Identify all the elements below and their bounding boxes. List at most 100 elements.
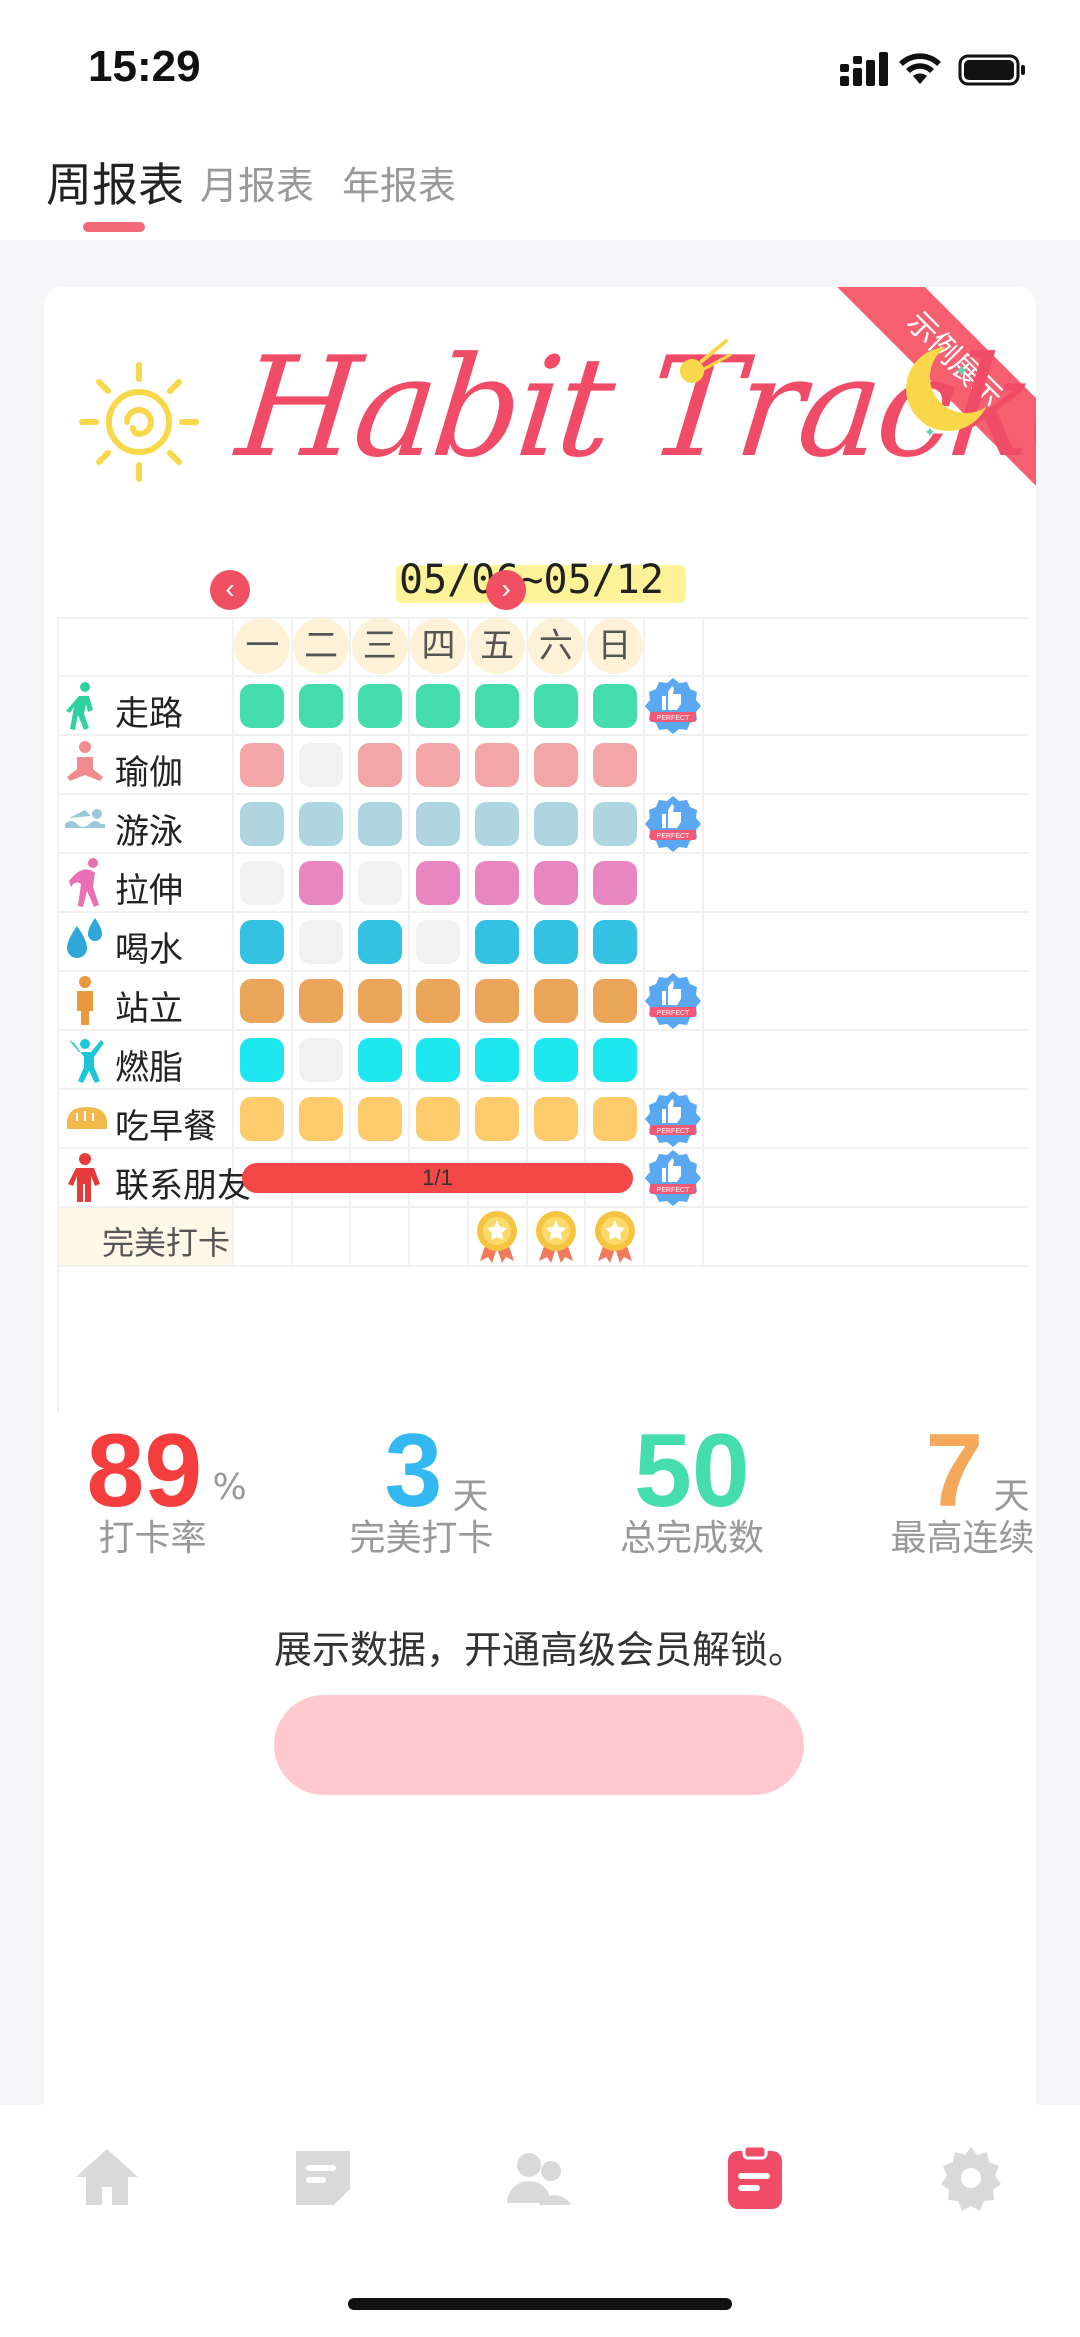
sun-icon [79, 362, 199, 482]
swimming-icon [63, 798, 107, 848]
habit-name: 喝水 [115, 930, 183, 970]
check-cell[interactable] [475, 801, 520, 846]
check-cell[interactable] [299, 742, 344, 787]
svg-text:✦: ✦ [954, 361, 969, 381]
check-cell[interactable] [416, 742, 461, 787]
medal-icon [472, 1207, 522, 1265]
check-cell[interactable] [240, 978, 285, 1023]
day-header: 五 [469, 618, 526, 674]
comet-icon [680, 339, 732, 383]
grid-line [57, 852, 1029, 854]
notes-icon[interactable] [288, 2143, 358, 2213]
check-cell[interactable] [416, 919, 461, 964]
tab-yearly[interactable]: 年报表 [342, 155, 456, 210]
home-icon[interactable] [72, 2143, 142, 2213]
next-week-button[interactable]: › [486, 570, 526, 610]
status-icons [840, 52, 1025, 86]
settings-icon[interactable] [936, 2143, 1006, 2213]
water-drop-icon [63, 916, 107, 966]
check-cell[interactable] [533, 1096, 578, 1141]
perfect-row-label: 完美打卡 [102, 1224, 231, 1262]
check-cell[interactable] [475, 1096, 520, 1141]
check-cell[interactable] [299, 919, 344, 964]
habit-name: 吃早餐 [115, 1107, 217, 1147]
svg-text:PERFECT: PERFECT [657, 1010, 690, 1017]
check-cell[interactable] [240, 1037, 285, 1082]
fat-burn-icon [63, 1034, 107, 1084]
check-cell[interactable] [240, 919, 285, 964]
check-cell[interactable] [592, 1037, 637, 1082]
unlock-button[interactable] [274, 1695, 804, 1795]
check-cell[interactable] [592, 683, 637, 728]
check-cell[interactable] [416, 1096, 461, 1141]
check-cell[interactable] [357, 1037, 402, 1082]
check-cell[interactable] [357, 683, 402, 728]
check-cell[interactable] [240, 860, 285, 905]
check-cell[interactable] [416, 860, 461, 905]
report-icon[interactable] [720, 2143, 790, 2213]
progress-bar: 1/1 [242, 1162, 633, 1193]
check-cell[interactable] [357, 1096, 402, 1141]
check-cell[interactable] [533, 919, 578, 964]
home-indicator [348, 2298, 732, 2310]
check-cell[interactable] [299, 683, 344, 728]
check-cell[interactable] [592, 742, 637, 787]
week-navigator: ‹ 05/06~05/12 › [44, 557, 1036, 617]
check-cell[interactable] [592, 1096, 637, 1141]
habit-name: 站立 [115, 989, 183, 1029]
check-cell[interactable] [299, 978, 344, 1023]
check-cell[interactable] [592, 860, 637, 905]
check-cell[interactable] [357, 978, 402, 1023]
stat-label: 打卡率 [98, 1518, 207, 1559]
check-cell[interactable] [357, 919, 402, 964]
status-bar: 15:29 [0, 0, 1080, 135]
grid-line [57, 675, 1029, 677]
day-header: 日 [586, 618, 643, 674]
check-cell[interactable] [240, 801, 285, 846]
grid-line [57, 911, 1029, 913]
check-cell[interactable] [592, 978, 637, 1023]
check-cell[interactable] [299, 801, 344, 846]
perfect-badge: PERFECT [644, 794, 702, 852]
check-cell[interactable] [475, 919, 520, 964]
check-cell[interactable] [592, 801, 637, 846]
check-cell[interactable] [357, 801, 402, 846]
check-cell[interactable] [533, 860, 578, 905]
check-cell[interactable] [475, 978, 520, 1023]
stat-label: 完美打卡 [349, 1518, 494, 1559]
friends-icon[interactable] [503, 2143, 573, 2213]
tab-monthly[interactable]: 月报表 [200, 155, 314, 210]
check-cell[interactable] [533, 1037, 578, 1082]
check-cell[interactable] [416, 801, 461, 846]
check-cell[interactable] [299, 1037, 344, 1082]
yoga-icon [63, 739, 107, 789]
wifi-icon [899, 53, 941, 84]
habit-name: 燃脂 [115, 1048, 183, 1088]
check-cell[interactable] [592, 919, 637, 964]
check-cell[interactable] [240, 683, 285, 728]
tab-weekly[interactable]: 周报表 [46, 149, 184, 215]
check-cell[interactable] [240, 742, 285, 787]
check-cell[interactable] [475, 742, 520, 787]
check-cell[interactable] [475, 1037, 520, 1082]
check-cell[interactable] [475, 860, 520, 905]
check-cell[interactable] [240, 1096, 285, 1141]
check-cell[interactable] [416, 1037, 461, 1082]
check-cell[interactable] [475, 683, 520, 728]
perfect-badge: PERFECT [644, 1089, 702, 1147]
check-cell[interactable] [533, 978, 578, 1023]
check-cell[interactable] [416, 978, 461, 1023]
check-cell[interactable] [357, 860, 402, 905]
status-time: 15:29 [88, 42, 201, 91]
check-cell[interactable] [299, 860, 344, 905]
check-cell[interactable] [416, 683, 461, 728]
check-cell[interactable] [533, 683, 578, 728]
prev-week-button[interactable]: ‹ [210, 570, 250, 610]
check-cell[interactable] [533, 801, 578, 846]
signal-icon [840, 52, 888, 86]
stat-unit: % [212, 1467, 247, 1508]
svg-text:PERFECT: PERFECT [657, 715, 690, 722]
check-cell[interactable] [299, 1096, 344, 1141]
check-cell[interactable] [533, 742, 578, 787]
check-cell[interactable] [357, 742, 402, 787]
